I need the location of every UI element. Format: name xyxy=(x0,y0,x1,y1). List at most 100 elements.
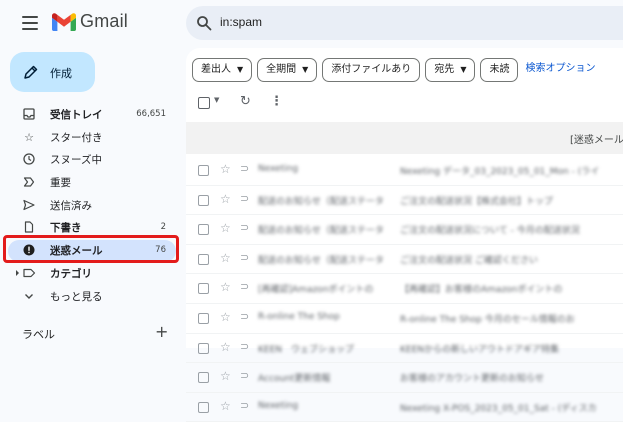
email-subject: ご注文の配送状況について - 今月の配送状況 xyxy=(400,226,580,237)
important-marker-icon[interactable]: ⊃ xyxy=(240,369,249,382)
unread-count: 66,651 xyxy=(136,109,166,119)
draft-count: 2 xyxy=(160,222,166,233)
add-label-button[interactable]: + xyxy=(155,322,168,341)
star-icon[interactable]: ☆ xyxy=(220,369,231,383)
chip-label: 添付ファイルあり xyxy=(331,64,412,75)
caret-down-icon: ▼ xyxy=(302,65,309,74)
sidebar-item-label: スヌーズ中 xyxy=(50,154,102,167)
sidebar-item-starred[interactable]: ☆ スター付き xyxy=(0,127,186,150)
select-dropdown-icon[interactable]: ▼ xyxy=(214,96,219,104)
email-row[interactable]: ☆ ⊃ Account更新情報 お客様のアカウント更新のお知らせ xyxy=(186,363,623,393)
star-icon[interactable]: ☆ xyxy=(220,192,231,206)
sidebar-item-label: 受信トレイ xyxy=(50,109,103,121)
important-marker-icon[interactable]: ⊃ xyxy=(240,310,249,323)
email-sender: KEEN ウェブショップ xyxy=(258,344,355,355)
select-all-checkbox[interactable] xyxy=(198,97,210,109)
search-filter-chips: 差出人 ▼ 全期間 ▼ 添付ファイルあり 宛先 ▼ 未読 検索オプション xyxy=(192,58,595,82)
email-row[interactable]: ☆ ⊃ 配送のお知らせ（配送ステータ ご注文の配送状況【株式会社】トップ xyxy=(186,186,623,216)
email-row[interactable]: ☆ ⊃ 配送のお知らせ（配送ステータ ご注文の配送状況について - 今月の配送状… xyxy=(186,215,623,245)
annotation-highlight-box xyxy=(3,235,179,263)
email-row[interactable]: ☆ ⊃ Nexeting Nexeting X-POS_2023_05_01_S… xyxy=(186,393,623,422)
compose-button[interactable]: 作成 xyxy=(10,52,95,92)
sidebar-item-snoozed[interactable]: スヌーズ中 xyxy=(0,149,186,172)
main-menu-button[interactable] xyxy=(22,16,38,30)
sidebar-item-label: もっと見る xyxy=(50,290,103,303)
email-row[interactable]: ☆ ⊃ Nexeting Nexeting データ_03_2023_05_01_… xyxy=(186,156,623,186)
filter-chip-to[interactable]: 宛先 ▼ xyxy=(425,58,476,82)
star-icon: ☆ xyxy=(24,130,34,144)
star-icon[interactable]: ☆ xyxy=(220,221,231,235)
row-checkbox[interactable] xyxy=(198,224,209,236)
email-subject: Nexeting X-POS_2023_05_01_Sat - (ディスカ xyxy=(400,403,597,414)
compose-label: 作成 xyxy=(50,67,72,80)
mail-list-panel: 差出人 ▼ 全期間 ▼ 添付ファイルあり 宛先 ▼ 未読 検索オプション ▼ ↻ ⋮ [迷惑メー… xyxy=(186,48,623,422)
row-checkbox[interactable] xyxy=(198,194,209,206)
row-checkbox[interactable] xyxy=(198,253,209,265)
advanced-search-link[interactable]: 検索オプション xyxy=(525,58,595,80)
star-icon[interactable]: ☆ xyxy=(220,399,231,413)
sidebar-item-important[interactable]: 重要 xyxy=(0,172,186,195)
sidebar-item-categories[interactable]: カテゴリ xyxy=(0,263,186,286)
email-subject: Nexeting データ_03_2023_05_01_Mon - (ライ xyxy=(400,167,600,177)
email-subject: ご注文の配送状況 ご確認ください xyxy=(400,255,538,266)
search-input[interactable]: in:spam xyxy=(220,15,262,29)
draft-icon xyxy=(22,221,36,235)
star-icon[interactable]: ☆ xyxy=(220,162,231,176)
important-marker-icon[interactable]: ⊃ xyxy=(240,340,249,353)
email-subject: KEENからの新しいアウトドアギア特集 xyxy=(400,344,560,355)
search-bar[interactable]: in:spam xyxy=(186,6,623,40)
gmail-logo-icon[interactable] xyxy=(52,12,76,32)
row-checkbox[interactable] xyxy=(198,401,209,413)
sidebar-item-sent[interactable]: 送信済み xyxy=(0,195,186,218)
star-icon[interactable]: ☆ xyxy=(220,280,231,294)
filter-chip-unread[interactable]: 未読 xyxy=(480,58,519,82)
sidebar-item-label: スター付き xyxy=(50,131,103,144)
important-marker-icon[interactable]: ⊃ xyxy=(240,251,249,264)
search-icon[interactable] xyxy=(196,15,212,31)
email-sender: [再確認]Amazonポイントの xyxy=(258,285,374,296)
banner-text: [迷惑メール xyxy=(570,135,623,146)
sidebar-item-label: 下書き xyxy=(50,222,82,235)
email-subject: ご注文の配送状況【株式会社】トップ xyxy=(400,196,554,207)
menu-line xyxy=(22,16,38,18)
email-subject: お客様のアカウント更新のお知らせ xyxy=(400,374,544,385)
email-row[interactable]: ☆ ⊃ [再確認]Amazonポイントの 【再確認】お客様のAmazonポイント… xyxy=(186,274,623,304)
caret-down-icon: ▼ xyxy=(460,65,467,74)
important-marker-icon[interactable]: ⊃ xyxy=(240,221,249,234)
refresh-icon[interactable]: ↻ xyxy=(240,94,251,109)
filter-chip-any-time[interactable]: 全期間 ▼ xyxy=(257,58,318,82)
important-marker-icon[interactable]: ⊃ xyxy=(240,162,249,175)
important-marker-icon[interactable]: ⊃ xyxy=(240,192,249,205)
star-icon[interactable]: ☆ xyxy=(220,340,231,354)
more-options-icon[interactable]: ⋮ xyxy=(270,94,283,109)
sidebar-item-label: 送信済み xyxy=(50,199,92,212)
chevron-down-icon xyxy=(22,290,36,304)
important-marker-icon[interactable]: ⊃ xyxy=(240,280,249,293)
category-label-icon xyxy=(14,267,38,281)
email-list: ☆ ⊃ Nexeting Nexeting データ_03_2023_05_01_… xyxy=(186,156,623,422)
email-row[interactable]: ☆ ⊃ R-online The Shop R-online The Shop … xyxy=(186,304,623,334)
row-checkbox[interactable] xyxy=(198,342,209,354)
email-subject: R-online The Shop 今月のセール情報のお xyxy=(400,314,575,325)
star-icon[interactable]: ☆ xyxy=(220,310,231,324)
email-subject: 【再確認】お客様のAmazonポイントの xyxy=(400,285,563,296)
menu-line xyxy=(22,22,38,24)
sidebar-item-label: 重要 xyxy=(50,177,71,190)
row-checkbox[interactable] xyxy=(198,165,209,176)
row-checkbox[interactable] xyxy=(198,312,209,324)
email-row[interactable]: ☆ ⊃ 配送のお知らせ（配送ステータ ご注文の配送状況 ご確認ください xyxy=(186,245,623,275)
chip-label: 全期間 xyxy=(266,64,297,75)
filter-chip-has-attachment[interactable]: 添付ファイルあり xyxy=(322,58,421,82)
star-icon[interactable]: ☆ xyxy=(220,251,231,265)
row-checkbox[interactable] xyxy=(198,372,209,384)
app-title[interactable]: Gmail xyxy=(80,11,128,32)
snooze-clock-icon xyxy=(22,153,36,167)
important-marker-icon[interactable]: ⊃ xyxy=(240,399,249,412)
sidebar-item-inbox[interactable]: 受信トレイ 66,651 xyxy=(0,104,186,127)
email-row[interactable]: ☆ ⊃ KEEN ウェブショップ KEENからの新しいアウトドアギア特集 xyxy=(186,334,623,364)
row-checkbox[interactable] xyxy=(198,283,209,295)
sidebar-item-more[interactable]: もっと見る xyxy=(0,286,186,309)
filter-chip-from[interactable]: 差出人 ▼ xyxy=(192,58,253,82)
email-sender: Account更新情報 xyxy=(258,374,331,385)
sidebar-item-label: カテゴリ xyxy=(50,267,92,280)
